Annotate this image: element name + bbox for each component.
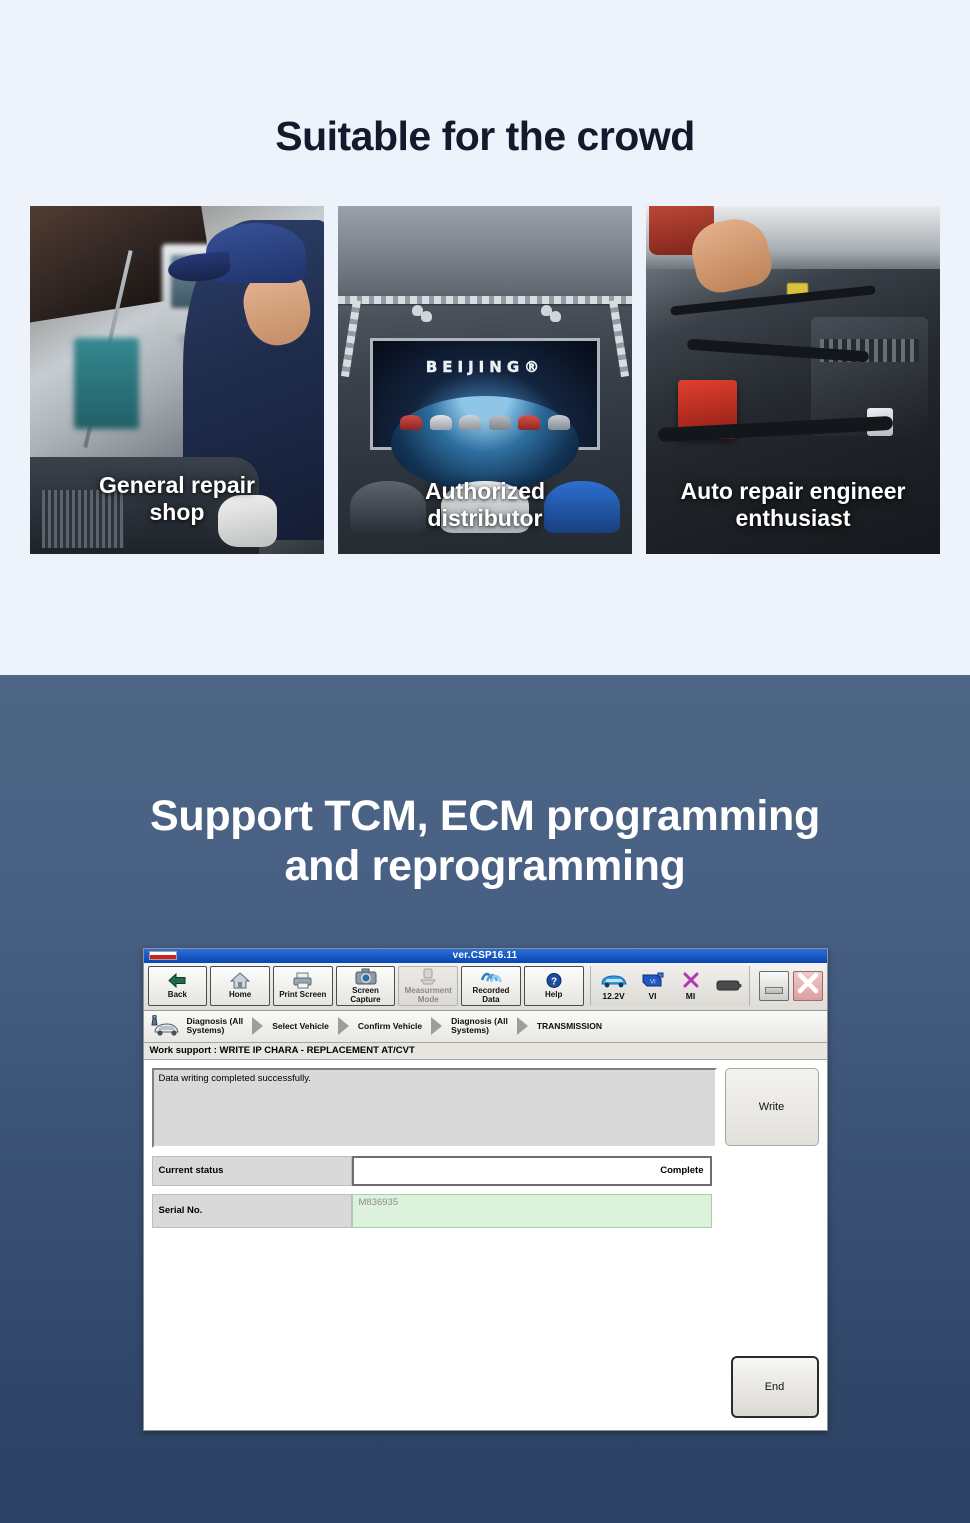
breadcrumb-step-transmission[interactable]: TRANSMISSION bbox=[535, 1021, 604, 1032]
spotlight-icon bbox=[540, 305, 563, 327]
write-button[interactable]: Write bbox=[724, 1067, 819, 1146]
recorded-data-button-label: Recorded Data bbox=[472, 986, 510, 1004]
crowd-card-caption: General repair shop bbox=[99, 471, 255, 525]
print-screen-button[interactable]: Print Screen bbox=[272, 965, 333, 1006]
breadcrumb-arrow-icon bbox=[252, 1017, 264, 1036]
recorded-data-button[interactable]: Recorded Data bbox=[461, 965, 521, 1006]
vi-label: VI bbox=[648, 990, 657, 1001]
showroom-led-screen: BEIJING® bbox=[370, 338, 600, 491]
home-button[interactable]: Home bbox=[210, 965, 270, 1006]
window-controls bbox=[758, 966, 823, 1006]
screen-car-lineup bbox=[400, 407, 570, 430]
spotlight-icon bbox=[411, 305, 434, 327]
message-and-write-row: Data writing completed successfully. Wri… bbox=[151, 1067, 819, 1148]
screen-capture-button[interactable]: Screen Capture bbox=[335, 965, 396, 1006]
lighting-truss-left-shape bbox=[340, 299, 361, 377]
crowd-card-list: General repair shop BEIJING® Authorized … bbox=[0, 206, 970, 554]
crowd-card-caption: Auto repair engineer enthusiast bbox=[680, 477, 906, 531]
breadcrumb: Diagnosis (All Systems) Select Vehicle C… bbox=[143, 1010, 827, 1043]
screen-car bbox=[488, 415, 511, 430]
showroom-ceiling-shape bbox=[338, 206, 632, 300]
minimize-button[interactable] bbox=[758, 970, 789, 1001]
breadcrumb-arrow-icon bbox=[516, 1017, 528, 1036]
engine-hose-shape bbox=[669, 285, 876, 317]
tcm-ecm-programming-section: Support TCM, ECM programming and reprogr… bbox=[0, 675, 970, 1523]
window-content: Data writing completed successfully. Wri… bbox=[143, 1059, 827, 1430]
home-icon bbox=[230, 971, 251, 990]
diagnosis-car-icon bbox=[148, 1014, 182, 1038]
help-button[interactable]: ? Help bbox=[523, 965, 584, 1006]
svg-text:VI: VI bbox=[650, 980, 656, 986]
mechanic-cap-shape bbox=[206, 223, 307, 283]
battery-indicator bbox=[715, 976, 743, 996]
breadcrumb-step-diagnosis-all-systems[interactable]: Diagnosis (All Systems) bbox=[185, 1016, 246, 1036]
vi-indicator: VI VI bbox=[639, 971, 667, 1001]
shop-equipment-shape bbox=[74, 338, 139, 429]
section-title: Support TCM, ECM programming and reprogr… bbox=[149, 792, 820, 890]
crowd-card-authorized-distributor: BEIJING® Authorized distributor bbox=[338, 206, 632, 554]
current-status-row: Current status Complete bbox=[151, 1155, 712, 1186]
close-button[interactable] bbox=[792, 970, 823, 1001]
lighting-truss-shape bbox=[338, 296, 632, 305]
lighting-truss-right-shape bbox=[609, 299, 630, 377]
measurement-mode-button[interactable]: Measurment Mode bbox=[398, 965, 459, 1006]
battery-icon bbox=[716, 976, 742, 995]
screen-car bbox=[518, 415, 541, 430]
window-toolbar: Back Home Print Screen Screen Capture Me… bbox=[143, 962, 827, 1011]
battery-voltage-label: 12.2V bbox=[602, 990, 625, 1001]
back-button-label: Back bbox=[167, 990, 187, 1000]
minimize-icon bbox=[764, 987, 783, 995]
home-button-label: Home bbox=[228, 990, 252, 1000]
help-button-label: Help bbox=[545, 990, 563, 1000]
suitable-for-crowd-section: Suitable for the crowd General repair sh… bbox=[0, 0, 970, 675]
measurement-interface-x-icon bbox=[682, 971, 700, 990]
breadcrumb-step-select-vehicle[interactable]: Select Vehicle bbox=[270, 1021, 331, 1032]
page-title: Suitable for the crowd bbox=[275, 113, 695, 159]
screen-car bbox=[400, 415, 423, 430]
help-question-icon: ? bbox=[545, 971, 563, 990]
battery-voltage-indicator: 12.2V bbox=[599, 971, 629, 1001]
status-indicator-group: 12.2V VI VI MI bbox=[589, 965, 750, 1006]
vehicle-interface-icon: VI bbox=[641, 971, 665, 990]
measurement-mode-button-label: Measurment Mode bbox=[404, 986, 452, 1004]
camera-icon bbox=[355, 967, 377, 986]
print-screen-button-label: Print Screen bbox=[279, 990, 327, 1000]
serial-no-row: Serial No. M836935 bbox=[151, 1193, 712, 1228]
window-titlebar: ver.CSP16.11 bbox=[143, 948, 827, 963]
mi-label: MI bbox=[685, 990, 696, 1001]
back-arrow-icon bbox=[167, 971, 187, 990]
beijing-brand-label: BEIJING® bbox=[425, 358, 545, 377]
back-button[interactable]: Back bbox=[147, 965, 208, 1006]
work-support-header: Work support : WRITE IP CHARA - REPLACEM… bbox=[143, 1042, 827, 1060]
end-button[interactable]: End bbox=[730, 1355, 819, 1418]
car-battery-voltage-icon bbox=[599, 971, 629, 990]
screen-capture-button-label: Screen Capture bbox=[350, 986, 381, 1004]
breadcrumb-arrow-icon bbox=[337, 1017, 349, 1036]
breadcrumb-arrow-icon bbox=[431, 1017, 443, 1036]
mi-indicator: MI bbox=[677, 971, 705, 1001]
status-message-box: Data writing completed successfully. bbox=[151, 1067, 717, 1148]
current-status-label: Current status bbox=[151, 1155, 352, 1186]
svg-text:?: ? bbox=[551, 977, 557, 988]
serial-no-label: Serial No. bbox=[151, 1193, 352, 1228]
measurement-icon bbox=[419, 967, 437, 986]
recorded-data-icon bbox=[480, 967, 502, 986]
crowd-card-general-repair-shop: General repair shop bbox=[30, 206, 324, 554]
screen-car bbox=[459, 415, 482, 430]
breadcrumb-step-confirm-vehicle[interactable]: Confirm Vehicle bbox=[356, 1021, 424, 1032]
close-x-icon bbox=[797, 972, 819, 999]
consult-diagnostic-window: ver.CSP16.11 Back Home Print Screen Scre… bbox=[142, 947, 828, 1431]
screen-car bbox=[429, 415, 452, 430]
breadcrumb-step-diagnosis-all-systems-2[interactable]: Diagnosis (All Systems) bbox=[449, 1016, 510, 1036]
printer-icon bbox=[292, 971, 314, 990]
current-status-value: Complete bbox=[351, 1155, 712, 1186]
window-version-label: ver.CSP16.11 bbox=[452, 949, 518, 961]
crowd-card-caption: Authorized distributor bbox=[424, 477, 546, 531]
screen-car bbox=[547, 415, 570, 430]
serial-no-input[interactable]: M836935 bbox=[351, 1193, 712, 1228]
crowd-card-auto-repair-engineer: Auto repair engineer enthusiast bbox=[646, 206, 940, 554]
